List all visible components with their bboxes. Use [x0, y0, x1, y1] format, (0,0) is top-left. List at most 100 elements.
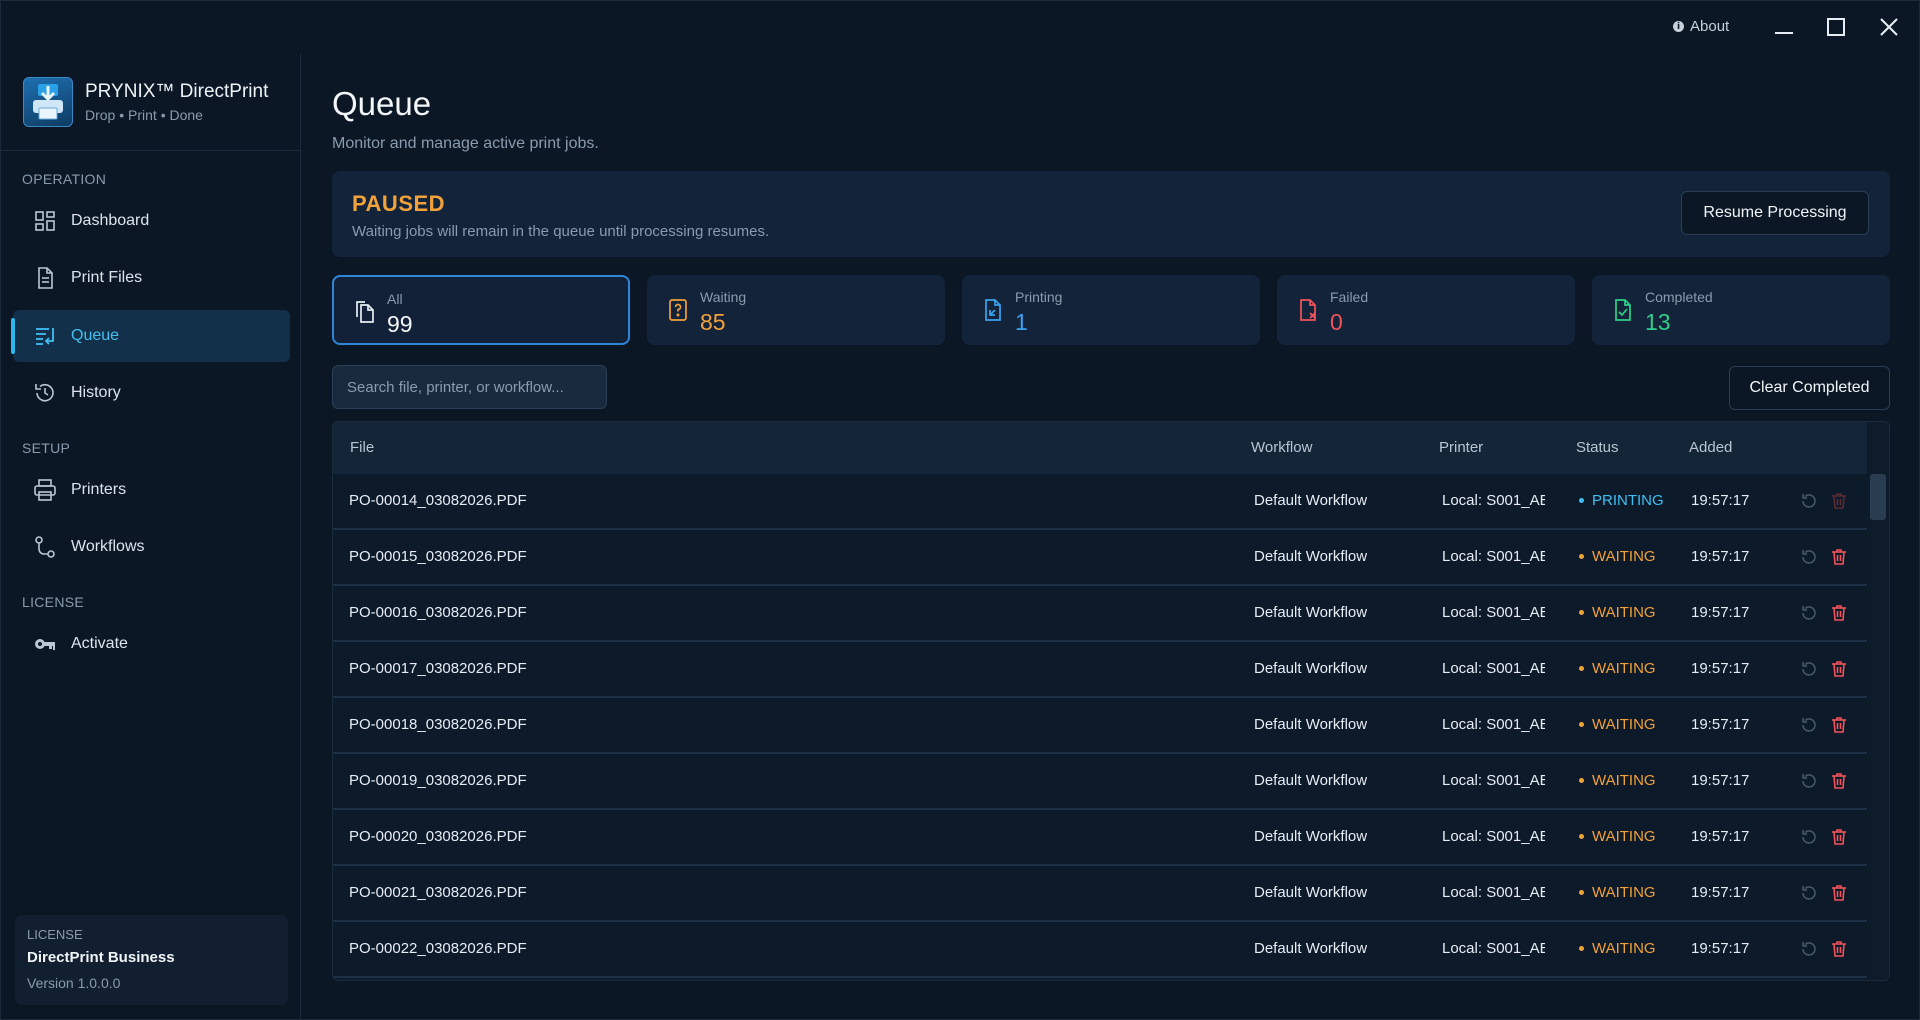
delete-button[interactable] — [1830, 660, 1848, 678]
maximize-button[interactable] — [1824, 15, 1848, 39]
cell-file: PO-00014_03082026.PDF — [349, 492, 527, 509]
cell-file: PO-00021_03082026.PDF — [349, 884, 527, 901]
printing-file-icon — [980, 297, 1006, 323]
stat-label: Waiting — [700, 289, 747, 305]
retry-icon — [1802, 942, 1816, 956]
column-header-file[interactable]: File — [350, 439, 374, 456]
section-setup: SETUP — [22, 440, 71, 456]
stat-card-waiting[interactable]: Waiting 85 — [647, 275, 945, 345]
column-header-workflow[interactable]: Workflow — [1251, 439, 1312, 456]
cell-added: 19:57:17 — [1691, 884, 1750, 901]
cell-status: WAITING — [1579, 940, 1656, 957]
minimize-button[interactable] — [1772, 15, 1796, 39]
status-badge: WAITING — [1592, 940, 1656, 957]
trash-icon — [1832, 605, 1846, 621]
key-icon — [33, 632, 57, 656]
delete-button[interactable] — [1830, 548, 1848, 566]
sidebar-item-activate[interactable]: Activate — [13, 618, 290, 670]
delete-button[interactable] — [1830, 772, 1848, 790]
table-scrollbar[interactable] — [1867, 422, 1889, 980]
delete-button[interactable] — [1830, 828, 1848, 846]
trash-icon — [1832, 941, 1846, 957]
cell-workflow: Default Workflow — [1254, 940, 1368, 957]
status-dot-icon — [1579, 890, 1584, 895]
column-header-added[interactable]: Added — [1689, 439, 1732, 456]
clear-completed-button[interactable]: Clear Completed — [1729, 366, 1890, 410]
retry-button[interactable] — [1800, 660, 1818, 678]
sidebar-item-workflows[interactable]: Workflows — [13, 521, 290, 573]
close-button[interactable] — [1877, 15, 1901, 39]
stat-card-failed[interactable]: Failed 0 — [1277, 275, 1575, 345]
scrollbar-thumb[interactable] — [1870, 474, 1886, 520]
stat-card-completed[interactable]: Completed 13 — [1592, 275, 1890, 345]
sidebar-item-label: Print Files — [71, 269, 143, 286]
retry-button[interactable] — [1800, 828, 1818, 846]
status-dot-icon — [1579, 666, 1584, 671]
close-icon — [1880, 18, 1898, 36]
retry-button[interactable] — [1800, 940, 1818, 958]
stat-value: 1 — [1015, 309, 1028, 335]
table-row[interactable]: PO-00018_03082026.PDF Default Workflow Loc… — [333, 698, 1868, 754]
stat-value: 0 — [1330, 309, 1343, 335]
status-dot-icon — [1579, 834, 1584, 839]
retry-button[interactable] — [1800, 492, 1818, 510]
cell-printer: Local: S001_ABC — [1442, 548, 1545, 565]
title-bar: i About — [1, 1, 1919, 53]
cell-file: PO-00015_03082026.PDF — [349, 548, 527, 565]
delete-button[interactable] — [1830, 884, 1848, 902]
stat-card-all[interactable]: All 99 — [332, 275, 630, 345]
sidebar-item-dashboard[interactable]: Dashboard — [13, 195, 290, 247]
delete-button[interactable] — [1830, 716, 1848, 734]
cell-printer: Local: S001_ABC — [1442, 492, 1545, 509]
table-row[interactable]: PO-00017_03082026.PDF Default Workflow Loc… — [333, 642, 1868, 698]
stat-card-printing[interactable]: Printing 1 — [962, 275, 1260, 345]
cell-added: 19:57:17 — [1691, 604, 1750, 621]
delete-button[interactable] — [1830, 604, 1848, 622]
table-row[interactable]: PO-00019_03082026.PDF Default Workflow Loc… — [333, 754, 1868, 810]
sidebar-item-printers[interactable]: Printers — [13, 464, 290, 516]
cell-status: WAITING — [1579, 604, 1656, 621]
retry-icon — [1802, 830, 1816, 844]
delete-button[interactable] — [1830, 940, 1848, 958]
retry-button[interactable] — [1800, 772, 1818, 790]
retry-button[interactable] — [1800, 604, 1818, 622]
retry-button[interactable] — [1800, 716, 1818, 734]
table-row[interactable]: PO-00020_03082026.PDF Default Workflow Loc… — [333, 810, 1868, 866]
retry-button[interactable] — [1800, 884, 1818, 902]
table-row[interactable]: PO-00021_03082026.PDF Default Workflow Loc… — [333, 866, 1868, 922]
table-row[interactable]: PO-00022_03082026.PDF Default Workflow Loc… — [333, 922, 1868, 978]
table-row[interactable]: PO-00014_03082026.PDF Default Workflow Loc… — [333, 474, 1868, 530]
delete-button[interactable] — [1830, 492, 1848, 510]
table-row[interactable]: PO-00016_03082026.PDF Default Workflow Loc… — [333, 586, 1868, 642]
brand-header: PRYNIX™ DirectPrint Drop • Print • Done — [1, 53, 300, 151]
cell-status: WAITING — [1579, 660, 1656, 677]
table-header: File Workflow Printer Status Added — [333, 422, 1868, 474]
table-row[interactable]: PO-00015_03082026.PDF Default Workflow Loc… — [333, 530, 1868, 586]
search-input[interactable] — [332, 365, 607, 409]
question-file-icon — [665, 297, 691, 323]
dashboard-icon — [33, 209, 57, 233]
paused-banner: PAUSED Waiting jobs will remain in the q… — [332, 171, 1890, 257]
cell-status: WAITING — [1579, 548, 1656, 565]
status-badge: WAITING — [1592, 772, 1656, 789]
trash-icon — [1832, 661, 1846, 677]
sidebar-item-print-files[interactable]: Print Files — [13, 252, 290, 304]
cell-printer: Local: S001_ABC — [1442, 660, 1545, 677]
status-dot-icon — [1579, 946, 1584, 951]
status-dot-icon — [1579, 722, 1584, 727]
failed-file-icon — [1295, 297, 1321, 323]
retry-button[interactable] — [1800, 548, 1818, 566]
column-header-printer[interactable]: Printer — [1439, 439, 1483, 456]
info-icon: i — [1673, 21, 1684, 32]
sidebar-item-queue[interactable]: Queue — [11, 310, 290, 362]
resume-processing-button[interactable]: Resume Processing — [1681, 191, 1869, 235]
cell-workflow: Default Workflow — [1254, 884, 1368, 901]
status-badge: PRINTING — [1592, 492, 1664, 509]
column-header-status[interactable]: Status — [1576, 439, 1619, 456]
trash-icon — [1832, 493, 1846, 509]
sidebar: PRYNIX™ DirectPrint Drop • Print • Done … — [1, 53, 301, 1019]
about-button[interactable]: i About — [1673, 18, 1729, 35]
sidebar-item-history[interactable]: History — [13, 367, 290, 419]
cell-added: 19:57:17 — [1691, 772, 1750, 789]
sidebar-item-label: Activate — [71, 635, 128, 652]
